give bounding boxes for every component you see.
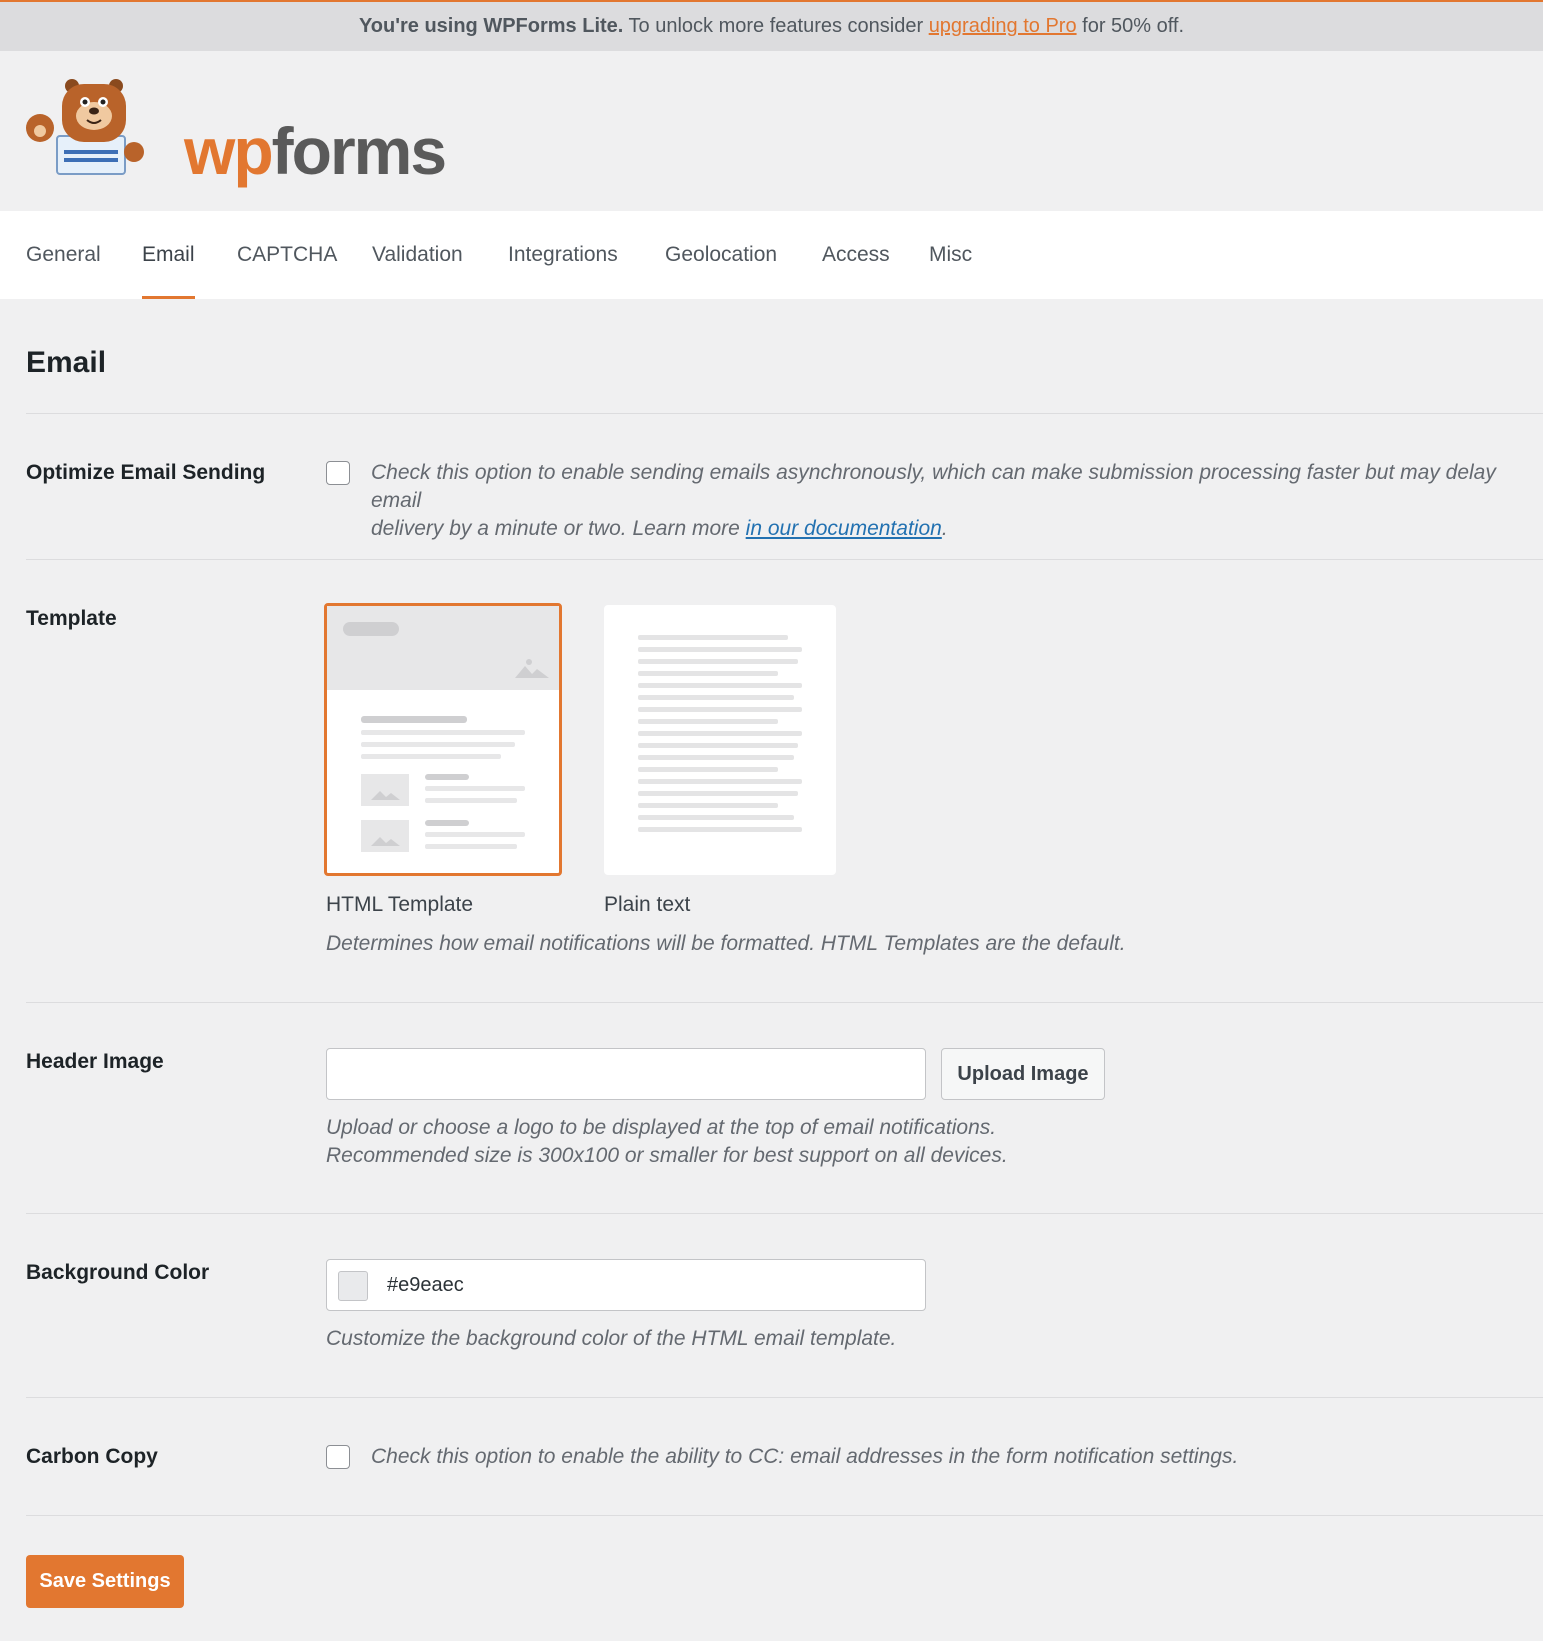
background-color-value: #e9eaec [387, 1274, 464, 1296]
divider [26, 1002, 1543, 1003]
divider [26, 1397, 1543, 1398]
html-template-label: HTML Template [326, 893, 474, 916]
color-swatch[interactable] [338, 1271, 368, 1301]
plain-text-preview-icon [638, 635, 802, 832]
wpforms-wordmark: wpforms [184, 114, 447, 188]
banner-strong-text: You're using WPForms Lite. [358, 15, 624, 37]
upload-image-button[interactable]: Upload Image [941, 1048, 1105, 1100]
header: wpforms [0, 51, 1543, 211]
tab-captcha[interactable]: CAPTCHA [237, 211, 337, 299]
background-color-description: Customize the background color of the HT… [326, 1327, 897, 1350]
tab-geolocation[interactable]: Geolocation [665, 211, 777, 299]
template-description: Determines how email notifications will … [326, 932, 1126, 955]
save-settings-button[interactable]: Save Settings [26, 1555, 184, 1608]
tab-general[interactable]: General [26, 211, 101, 299]
html-template-option[interactable] [324, 603, 562, 876]
background-color-label: Background Color [26, 1261, 210, 1284]
divider [26, 413, 1543, 414]
optimize-email-checkbox[interactable] [326, 461, 350, 485]
documentation-link[interactable]: in our documentation [746, 517, 942, 540]
upgrade-link[interactable]: upgrading to Pro [929, 15, 1077, 37]
upgrade-banner: You're using WPForms Lite. To unlock mor… [0, 0, 1543, 51]
bear-mascot-icon [26, 79, 144, 175]
tab-access[interactable]: Access [822, 211, 890, 299]
template-label: Template [26, 607, 117, 630]
divider [26, 1213, 1543, 1214]
page-title: Email [26, 346, 107, 379]
banner-text: To unlock more features consider [623, 15, 929, 37]
carbon-copy-checkbox[interactable] [326, 1445, 350, 1469]
divider [26, 1515, 1543, 1516]
tab-validation[interactable]: Validation [372, 211, 463, 299]
banner-text-end: for 50% off. [1076, 15, 1185, 37]
wpforms-logo: wpforms [24, 78, 447, 184]
header-image-input[interactable] [326, 1048, 926, 1100]
header-image-label: Header Image [26, 1050, 164, 1073]
settings-tabs: General Email CAPTCHA Validation Integra… [0, 211, 1543, 299]
html-template-preview-icon [327, 606, 559, 852]
optimize-email-label: Optimize Email Sending [26, 461, 266, 484]
carbon-copy-description: Check this option to enable the ability … [371, 1445, 1239, 1468]
background-color-field[interactable]: #e9eaec [326, 1259, 926, 1311]
tab-email[interactable]: Email [142, 211, 195, 299]
optimize-email-description: Check this option to enable sending emai… [371, 461, 1496, 540]
divider [26, 559, 1543, 560]
tab-misc[interactable]: Misc [929, 211, 972, 299]
plain-text-option[interactable] [604, 605, 836, 875]
tab-integrations[interactable]: Integrations [508, 211, 618, 299]
plain-text-label: Plain text [604, 893, 691, 916]
carbon-copy-label: Carbon Copy [26, 1445, 158, 1468]
header-image-description: Upload or choose a logo to be displayed … [326, 1116, 1008, 1167]
